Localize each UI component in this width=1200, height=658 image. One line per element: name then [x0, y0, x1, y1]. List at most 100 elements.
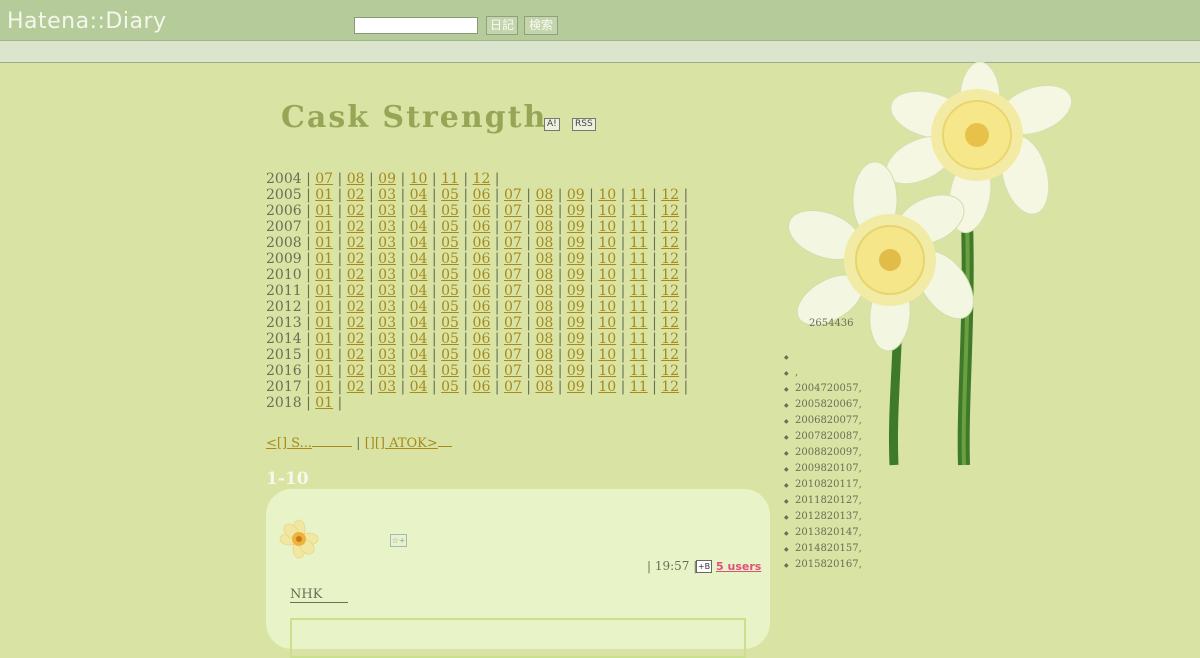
archive-month-link[interactable]: 11	[630, 219, 648, 235]
archive-month-link[interactable]: 10	[598, 251, 616, 267]
sidebar-item[interactable]: ◆ 2008820097,	[784, 445, 862, 461]
archive-month-link[interactable]: 06	[473, 299, 491, 315]
sidebar-item[interactable]: ◆ 2007820087,	[784, 429, 862, 445]
archive-month-link[interactable]: 07	[504, 235, 522, 251]
archive-month-link[interactable]: 09	[567, 315, 585, 331]
archive-month-link[interactable]: 07	[504, 219, 522, 235]
archive-month-link[interactable]: 08	[535, 267, 553, 283]
archive-month-link[interactable]: 03	[378, 363, 396, 379]
archive-month-link[interactable]: 09	[567, 347, 585, 363]
archive-month-link[interactable]: 07	[504, 379, 522, 395]
sidebar-item[interactable]: ◆ 2010820117,	[784, 477, 862, 493]
archive-month-link[interactable]: 11	[630, 267, 648, 283]
rss-badge[interactable]: RSS	[572, 118, 596, 131]
archive-month-link[interactable]: 12	[661, 331, 679, 347]
archive-month-link[interactable]: 03	[378, 299, 396, 315]
archive-month-link[interactable]: 08	[535, 299, 553, 315]
archive-month-link[interactable]: 01	[315, 347, 333, 363]
archive-month-link[interactable]: 10	[598, 379, 616, 395]
archive-month-link[interactable]: 07	[504, 283, 522, 299]
archive-month-link[interactable]: 07	[504, 331, 522, 347]
diary-button[interactable]: 日記	[486, 16, 518, 35]
archive-month-link[interactable]: 05	[441, 235, 459, 251]
archive-month-link[interactable]: 01	[315, 363, 333, 379]
archive-month-link[interactable]: 06	[473, 203, 491, 219]
archive-month-link[interactable]: 04	[410, 219, 428, 235]
archive-month-link[interactable]: 05	[441, 203, 459, 219]
archive-month-link[interactable]: 12	[661, 251, 679, 267]
archive-month-link[interactable]: 03	[378, 315, 396, 331]
archive-month-link[interactable]: 09	[567, 299, 585, 315]
archive-month-link[interactable]: 03	[378, 251, 396, 267]
archive-month-link[interactable]: 02	[347, 347, 365, 363]
archive-month-link[interactable]: 08	[535, 251, 553, 267]
archive-month-link[interactable]: 06	[473, 235, 491, 251]
archive-month-link[interactable]: 09	[567, 187, 585, 203]
archive-month-link[interactable]: 07	[504, 251, 522, 267]
archive-month-link[interactable]: 10	[598, 331, 616, 347]
archive-month-link[interactable]: 04	[410, 251, 428, 267]
archive-month-link[interactable]: 03	[378, 347, 396, 363]
archive-month-link[interactable]: 10	[598, 315, 616, 331]
archive-month-link[interactable]: 04	[410, 315, 428, 331]
archive-month-link[interactable]: 08	[535, 363, 553, 379]
archive-month-link[interactable]: 08	[535, 219, 553, 235]
entry-body-link[interactable]: NHK	[290, 587, 348, 603]
archive-month-link[interactable]: 05	[441, 283, 459, 299]
archive-month-link[interactable]: 02	[347, 331, 365, 347]
sidebar-item[interactable]: ◆,	[784, 365, 862, 381]
archive-month-link[interactable]: 12	[661, 203, 679, 219]
archive-month-link[interactable]: 03	[378, 331, 396, 347]
archive-month-link[interactable]: 10	[410, 171, 428, 187]
sidebar-item[interactable]: ◆ 2005820067,	[784, 397, 862, 413]
add-star-icon[interactable]: ☆+	[390, 534, 407, 547]
archive-month-link[interactable]: 03	[378, 379, 396, 395]
archive-month-link[interactable]: 11	[630, 235, 648, 251]
archive-month-link[interactable]: 11	[630, 203, 648, 219]
hatena-bookmark-icon[interactable]: +B	[696, 560, 712, 573]
sidebar-item[interactable]: ◆ 2012820137,	[784, 509, 862, 525]
archive-month-link[interactable]: 08	[535, 235, 553, 251]
archive-month-link[interactable]: 06	[473, 219, 491, 235]
archive-month-link[interactable]: 05	[441, 315, 459, 331]
sidebar-item[interactable]: ◆ 2006820077,	[784, 413, 862, 429]
archive-month-link[interactable]: 05	[441, 187, 459, 203]
archive-month-link[interactable]: 02	[347, 235, 365, 251]
archive-month-link[interactable]: 09	[567, 363, 585, 379]
sidebar-item[interactable]: ◆ 2013820147,	[784, 525, 862, 541]
archive-month-link[interactable]: 08	[535, 347, 553, 363]
archive-month-link[interactable]: 03	[378, 283, 396, 299]
sidebar-item[interactable]: ◆ 2004720057,	[784, 381, 862, 397]
archive-month-link[interactable]: 03	[378, 235, 396, 251]
sidebar-item[interactable]: ◆ 2015820167,	[784, 557, 862, 573]
archive-month-link[interactable]: 09	[567, 283, 585, 299]
archive-month-link[interactable]: 07	[504, 267, 522, 283]
archive-month-link[interactable]: 11	[630, 299, 648, 315]
archive-month-link[interactable]: 09	[567, 235, 585, 251]
archive-month-link[interactable]: 04	[410, 235, 428, 251]
archive-month-link[interactable]: 12	[661, 219, 679, 235]
next-entry-link[interactable]: [][] ATOK>	[365, 436, 438, 451]
archive-month-link[interactable]: 01	[315, 283, 333, 299]
archive-month-link[interactable]: 05	[441, 219, 459, 235]
archive-month-link[interactable]: 12	[661, 315, 679, 331]
archive-month-link[interactable]: 03	[378, 219, 396, 235]
sidebar-item[interactable]: ◆	[784, 349, 862, 365]
archive-month-link[interactable]: 02	[347, 363, 365, 379]
archive-month-link[interactable]: 01	[315, 315, 333, 331]
sidebar-item[interactable]: ◆ 2009820107,	[784, 461, 862, 477]
archive-month-link[interactable]: 09	[567, 331, 585, 347]
archive-month-link[interactable]: 03	[378, 267, 396, 283]
archive-month-link[interactable]: 07	[504, 299, 522, 315]
archive-month-link[interactable]: 11	[630, 187, 648, 203]
archive-month-link[interactable]: 11	[441, 171, 459, 187]
archive-month-link[interactable]: 05	[441, 267, 459, 283]
archive-month-link[interactable]: 09	[567, 203, 585, 219]
archive-month-link[interactable]: 08	[535, 203, 553, 219]
archive-month-link[interactable]: 03	[378, 187, 396, 203]
archive-month-link[interactable]: 05	[441, 379, 459, 395]
archive-month-link[interactable]: 05	[441, 251, 459, 267]
archive-month-link[interactable]: 04	[410, 331, 428, 347]
archive-month-link[interactable]: 11	[630, 251, 648, 267]
archive-month-link[interactable]: 08	[535, 331, 553, 347]
